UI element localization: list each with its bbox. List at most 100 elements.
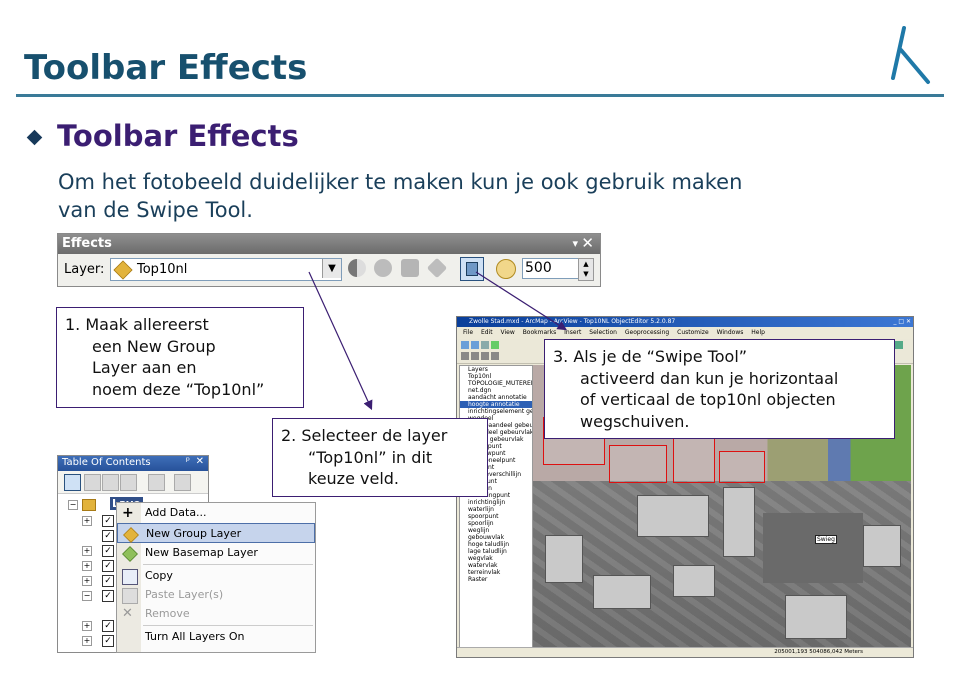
menu-bookmarks[interactable]: Bookmarks — [523, 329, 557, 336]
menu-customize[interactable]: Customize — [677, 329, 709, 336]
menu-item-remove[interactable]: ✕ Remove — [117, 604, 315, 624]
arcmap-titlebar[interactable]: Zwolle Stad.mxd - ArcMap - ArcView - Top… — [457, 317, 913, 327]
toc-layer-item[interactable]: weglijn — [460, 527, 532, 534]
tool-icon[interactable] — [461, 352, 469, 360]
menu-separator — [143, 625, 313, 626]
expand-icon[interactable]: + — [82, 636, 92, 646]
callout-step-2: 2. Selecteer de layer “Top10nl” in dit k… — [272, 418, 488, 497]
toc-titlebar[interactable]: Table Of Contents ᵖ ✕ — [58, 456, 208, 471]
expand-icon[interactable]: + — [82, 621, 92, 631]
effects-titlebar[interactable]: Effects ▾ ✕ — [58, 234, 600, 254]
toc-layer-item[interactable]: aandacht annotatie — [460, 394, 532, 401]
tool-icon[interactable] — [471, 352, 479, 360]
list-by-selection-icon[interactable] — [120, 474, 137, 491]
map-feature — [723, 487, 755, 557]
menu-file[interactable]: File — [463, 329, 473, 336]
menu-edit[interactable]: Edit — [481, 329, 493, 336]
toc-layer-item[interactable]: TOPOLOGIE_MUTEREN — [460, 380, 532, 387]
zoom-in-icon[interactable] — [461, 341, 469, 349]
menu-item-copy[interactable]: Copy — [117, 566, 315, 586]
close-icon[interactable]: ✕ — [581, 234, 594, 252]
map-feature — [637, 495, 709, 537]
toolbar-menu-icon[interactable]: ▾ — [572, 237, 578, 250]
menu-insert[interactable]: Insert — [564, 329, 581, 336]
add-data-icon: + — [122, 505, 134, 521]
menu-item-label: Turn All Layers On — [145, 630, 245, 643]
menu-item-add-data[interactable]: + Add Data... — [117, 503, 315, 523]
toc-layer-item[interactable]: gebouwvlak — [460, 534, 532, 541]
toc-layer-item[interactable]: Top10nl — [460, 373, 532, 380]
map-feature — [593, 575, 651, 609]
layer-visibility-checkbox[interactable]: ✓ — [102, 635, 114, 647]
toc-layer-item[interactable]: watervlak — [460, 562, 532, 569]
expand-icon[interactable]: + — [82, 546, 92, 556]
layers-icon — [82, 499, 96, 511]
menu-help[interactable]: Help — [751, 329, 765, 336]
callout-line: 3. Als je de “Swipe Tool” — [553, 347, 748, 366]
collapse-icon[interactable]: − — [82, 591, 92, 601]
layer-visibility-checkbox[interactable]: ✓ — [102, 590, 114, 602]
toc-layer-item[interactable]: Layers — [460, 366, 532, 373]
toc-layer-item[interactable]: spoorlijn — [460, 520, 532, 527]
menu-selection[interactable]: Selection — [589, 329, 617, 336]
toc-layer-item[interactable]: inrichtingselement gebeurpunt — [460, 408, 532, 415]
flicker-rate-input[interactable]: 500 — [522, 258, 580, 279]
menu-item-turn-all-layers-on[interactable]: Turn All Layers On — [117, 627, 315, 647]
toc-layer-item[interactable]: Raster — [460, 576, 532, 583]
list-by-source-icon[interactable] — [84, 474, 101, 491]
toc-layer-item[interactable]: wegvlak — [460, 555, 532, 562]
callout-line: Layer aan en — [92, 358, 197, 377]
layer-visibility-checkbox[interactable]: ✓ — [102, 530, 114, 542]
layer-visibility-checkbox[interactable]: ✓ — [102, 575, 114, 587]
tool-icon[interactable] — [481, 352, 489, 360]
layer-visibility-checkbox[interactable]: ✓ — [102, 545, 114, 557]
zoom-out-icon[interactable] — [471, 341, 479, 349]
expand-icon[interactable]: + — [82, 576, 92, 586]
toc-layer-item[interactable]: hoge taludlijn — [460, 541, 532, 548]
paste-icon — [122, 588, 138, 604]
toc-layer-item[interactable]: hoogte annotatie — [460, 401, 532, 408]
menu-item-new-group-layer[interactable]: New Group Layer — [117, 523, 315, 543]
tool-icon[interactable] — [895, 341, 903, 349]
toc-layer-item[interactable]: lage taludlijn — [460, 548, 532, 555]
menu-windows[interactable]: Windows — [717, 329, 744, 336]
chevron-down-icon[interactable]: ▼ — [322, 259, 341, 278]
pan-icon[interactable] — [481, 341, 489, 349]
list-by-drawing-order-icon[interactable] — [64, 474, 81, 491]
callout-step-3: 3. Als je de “Swipe Tool” activeerd dan … — [544, 339, 895, 439]
menu-item-new-basemap-layer[interactable]: New Basemap Layer — [117, 543, 315, 563]
toc-options-icon[interactable] — [148, 474, 165, 491]
window-controls[interactable]: _ □ ✕ — [893, 318, 911, 326]
menu-view[interactable]: View — [501, 329, 515, 336]
pin-icon[interactable]: ᵖ — [186, 456, 190, 467]
company-logo — [882, 26, 940, 88]
toc-layer-item[interactable]: inrichtinglijn — [460, 499, 532, 506]
callout-line: 1. Maak allereerst — [65, 315, 209, 334]
layer-visibility-checkbox[interactable]: ✓ — [102, 515, 114, 527]
list-by-visibility-icon[interactable] — [102, 474, 119, 491]
brightness-icon[interactable] — [374, 259, 392, 277]
layer-visibility-checkbox[interactable]: ✓ — [102, 620, 114, 632]
full-extent-icon[interactable] — [491, 341, 499, 349]
toc-layer-item[interactable]: waterlijn — [460, 506, 532, 513]
toc-properties-icon[interactable] — [174, 474, 191, 491]
contrast-icon[interactable] — [348, 259, 366, 277]
expand-icon[interactable]: + — [82, 516, 92, 526]
transparency-icon[interactable] — [401, 259, 419, 277]
flicker-rate-stepper[interactable]: ▲ ▼ — [578, 258, 594, 281]
toc-layer-item[interactable]: terreinvlak — [460, 569, 532, 576]
swipe-tool-button[interactable] — [460, 257, 484, 281]
callout-line: noem deze “Top10nl” — [92, 379, 265, 399]
layer-select[interactable]: Top10nl ▼ — [110, 258, 342, 281]
tool-icon[interactable] — [491, 352, 499, 360]
layer-visibility-checkbox[interactable]: ✓ — [102, 560, 114, 572]
expand-icon[interactable]: + — [82, 561, 92, 571]
flicker-icon[interactable] — [426, 257, 448, 279]
collapse-icon[interactable]: − — [68, 500, 78, 510]
toc-layer-item[interactable]: spoorpunt — [460, 513, 532, 520]
coordinate-readout: 205001,193 504086,042 Meters — [774, 649, 863, 655]
close-icon[interactable]: ✕ — [196, 456, 204, 467]
toc-layer-item[interactable]: net.dgn — [460, 387, 532, 394]
menu-geoprocessing[interactable]: Geoprocessing — [625, 329, 669, 336]
menu-item-paste-layers[interactable]: Paste Layer(s) — [117, 585, 315, 605]
